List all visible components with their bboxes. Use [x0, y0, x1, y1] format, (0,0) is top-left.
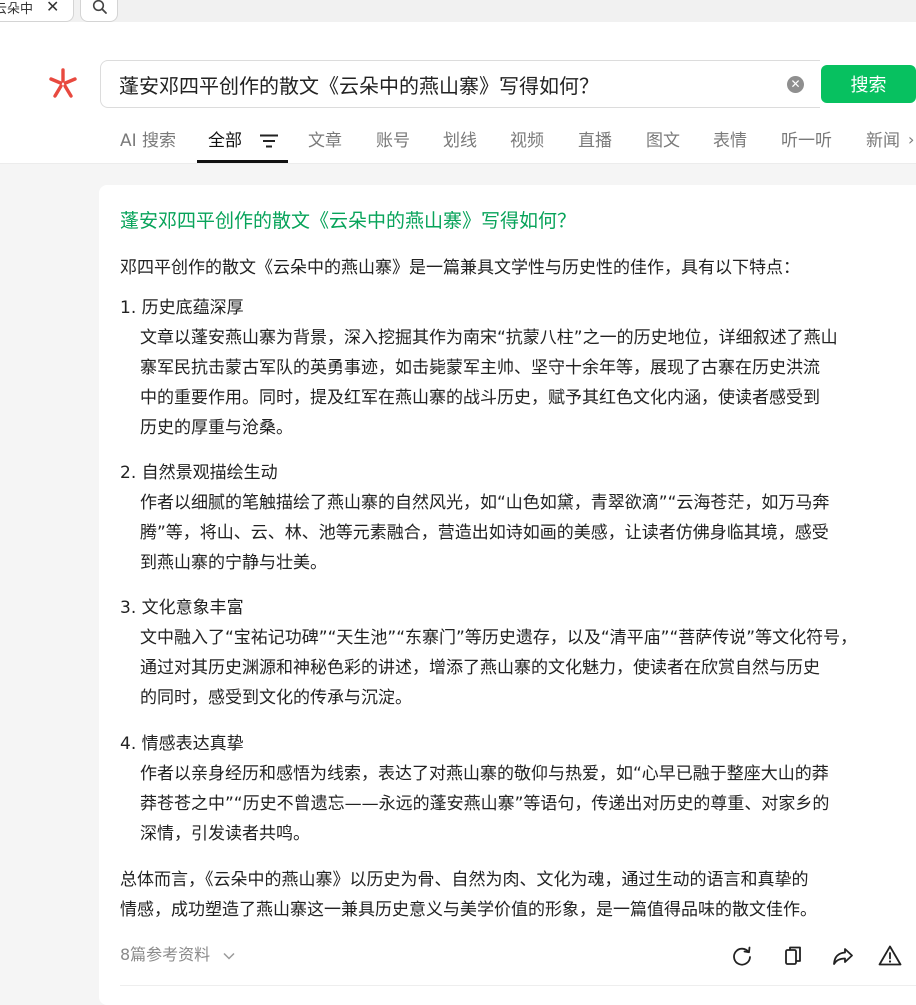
- summary-line: 情感，成功塑造了燕山寨这一兼具历史意义与美学价值的形象，是一篇值得品味的散文佳作…: [120, 900, 817, 920]
- search-input[interactable]: [119, 70, 769, 98]
- summary-line: 总体而言，《云朵中的燕山寨》以历史为骨、自然为肉、文化为魂，通过生动的语言和真挚…: [120, 870, 809, 890]
- search-button[interactable]: 搜索: [821, 65, 916, 103]
- point-line: 历史的厚重与沧桑。: [140, 418, 293, 438]
- tab-search-button[interactable]: [80, 0, 118, 22]
- answer-point: 2. 自然景观描绘生动 作者以细腻的笔触描绘了燕山寨的自然风光，如“山色如黛，青…: [120, 458, 910, 578]
- point-line: 深情，引发读者共鸣。: [140, 824, 310, 844]
- point-line: 寨军民抗击蒙古军队的英勇事迹，如击毙蒙军主帅、坚守十余年等，展现了古寨在历史洪流: [140, 358, 820, 378]
- point-line: 文章以蓬安燕山寨为背景，深入挖掘其作为南宋“抗蒙八柱”之一的历史地位，详细叙述了…: [140, 328, 838, 348]
- weixin-search-logo-icon[interactable]: [46, 66, 80, 100]
- browser-tab-title: 云朵中: [0, 2, 34, 17]
- tab-all[interactable]: 全部: [208, 126, 242, 151]
- tab-live[interactable]: 直播: [578, 126, 612, 151]
- point-line: 莽苍苍之中”“历史不曾遗忘——永远的蓬安燕山寨”等语句，传递出对历史的尊重、对家…: [140, 794, 830, 814]
- tab-accounts[interactable]: 账号: [376, 126, 410, 151]
- ai-answer-card: 蓬安邓四平创作的散文《云朵中的燕山寨》写得如何？ 邓四平创作的散文《云朵中的燕山…: [99, 185, 916, 1005]
- chevron-down-icon: [223, 952, 235, 960]
- tab-listen[interactable]: 听一听: [781, 126, 832, 151]
- point-line: 通过对其历史渊源和神秘色彩的讲述，增添了燕山寨的文化魅力，使读者在欣赏自然与历史: [140, 658, 820, 678]
- point-line: 中的重要作用。同时，提及红军在燕山寨的战斗历史，赋予其红色文化内涵，使读者感受到: [140, 388, 820, 408]
- point-body: 文章以蓬安燕山寨为背景，深入挖掘其作为南宋“抗蒙八柱”之一的历史地位，详细叙述了…: [120, 323, 910, 443]
- references-toggle[interactable]: 8篇参考资料: [120, 941, 235, 965]
- point-body: 作者以亲身经历和感悟为线索，表达了对燕山寨的敬仰与热爱，如“心早已融于整座大山的…: [120, 759, 910, 849]
- filter-icon[interactable]: [260, 134, 278, 148]
- point-line: 到燕山寨的宁静与壮美。: [140, 553, 327, 573]
- answer-summary: 总体而言，《云朵中的燕山寨》以历史为骨、自然为肉、文化为魂，通过生动的语言和真挚…: [120, 865, 817, 925]
- answer-point: 3. 文化意象丰富 文中融入了“宝祐记功碑”“天生池”“东寨门”等历史遗存，以及…: [120, 593, 910, 713]
- search-icon: [92, 0, 107, 14]
- copy-icon[interactable]: [780, 943, 806, 969]
- references-label: 8篇参考资料: [120, 945, 211, 964]
- search-header: ✕ 搜索 AI 搜索 全部 文章 账号 划线 视频 直播 图文 表情 听一听 新…: [0, 22, 916, 164]
- answer-point: 1. 历史底蕴深厚 文章以蓬安燕山寨为背景，深入挖掘其作为南宋“抗蒙八柱”之一的…: [120, 293, 910, 443]
- share-icon[interactable]: [830, 943, 856, 969]
- warning-icon[interactable]: [877, 943, 903, 969]
- answer-intro: 邓四平创作的散文《云朵中的燕山寨》是一篇兼具文学性与历史性的佳作，具有以下特点：: [120, 258, 800, 278]
- browser-tab-strip: 云朵中 ✕: [0, 0, 916, 22]
- point-body: 作者以细腻的笔触描绘了燕山寨的自然风光，如“山色如黛，青翠欲滴”“云海苍茫，如万…: [120, 488, 910, 578]
- point-line: 的同时，感受到文化的传承与沉淀。: [140, 688, 412, 708]
- tab-news[interactable]: 新闻: [866, 126, 900, 151]
- close-icon[interactable]: ✕: [46, 0, 59, 18]
- browser-tab[interactable]: 云朵中 ✕: [0, 0, 74, 22]
- tab-stickers[interactable]: 表情: [713, 126, 747, 151]
- tab-videos[interactable]: 视频: [510, 126, 544, 151]
- active-tab-indicator: [197, 160, 288, 163]
- refresh-icon[interactable]: [729, 943, 755, 969]
- answer-question[interactable]: 蓬安邓四平创作的散文《云朵中的燕山寨》写得如何？: [120, 206, 576, 233]
- tab-articles[interactable]: 文章: [308, 126, 342, 151]
- point-title: 1. 历史底蕴深厚: [120, 298, 244, 318]
- clear-search-icon[interactable]: ✕: [787, 76, 804, 93]
- point-line: 文中融入了“宝祐记功碑”“天生池”“东寨门”等历史遗存，以及“清平庙”“菩萨传说…: [140, 628, 858, 648]
- tab-ai-search[interactable]: AI 搜索: [120, 126, 176, 151]
- point-title: 3. 文化意象丰富: [120, 598, 244, 618]
- point-line: 腾”等，将山、云、林、池等元素融合，营造出如诗如画的美感，让读者仿佛身临其境，感…: [140, 523, 829, 543]
- chevron-right-icon[interactable]: ›: [908, 130, 914, 149]
- point-line: 作者以细腻的笔触描绘了燕山寨的自然风光，如“山色如黛，青翠欲滴”“云海苍茫，如万…: [140, 493, 830, 513]
- tab-highlights[interactable]: 划线: [443, 126, 477, 151]
- answer-point: 4. 情感表达真挚 作者以亲身经历和感悟为线索，表达了对燕山寨的敬仰与热爱，如“…: [120, 729, 910, 849]
- tab-images[interactable]: 图文: [646, 126, 680, 151]
- point-line: 作者以亲身经历和感悟为线索，表达了对燕山寨的敬仰与热爱，如“心早已融于整座大山的…: [140, 764, 829, 784]
- point-title: 2. 自然景观描绘生动: [120, 463, 278, 483]
- point-body: 文中融入了“宝祐记功碑”“天生池”“东寨门”等历史遗存，以及“清平庙”“菩萨传说…: [120, 623, 910, 713]
- card-divider: [120, 985, 916, 986]
- point-title: 4. 情感表达真挚: [120, 734, 244, 754]
- search-box: ✕: [100, 60, 820, 108]
